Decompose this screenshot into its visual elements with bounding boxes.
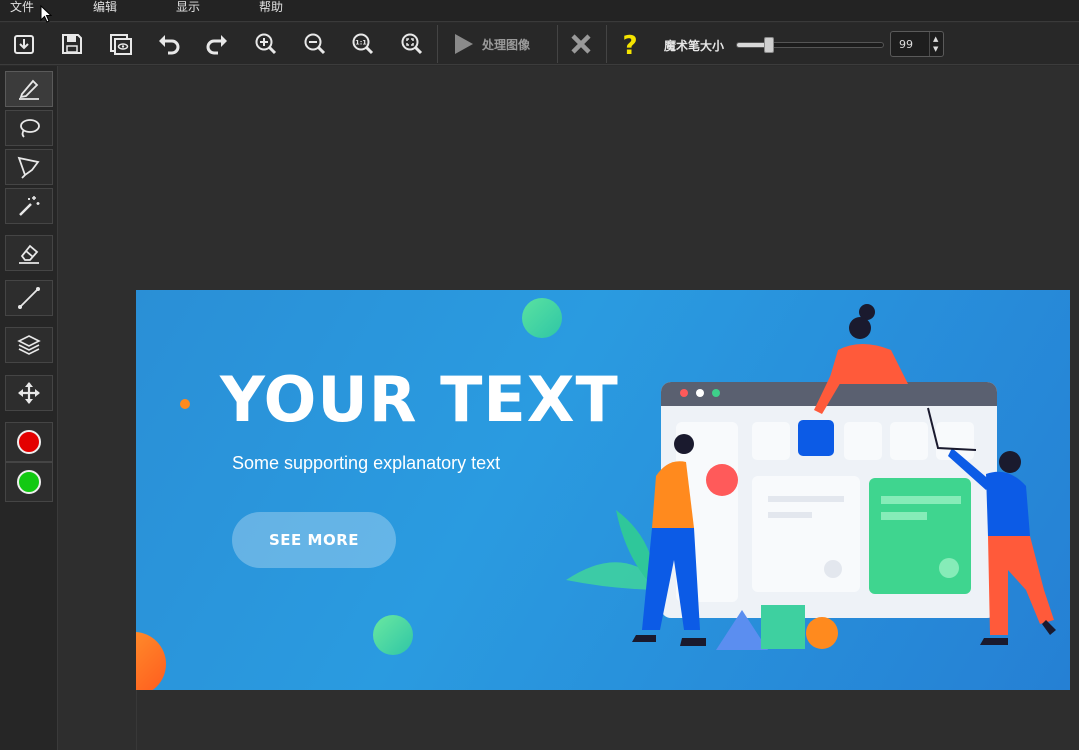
- decorative-circle: [136, 632, 166, 690]
- mouse-cursor-icon: [40, 5, 52, 23]
- background-color-swatch[interactable]: [5, 462, 53, 502]
- redo-button[interactable]: [200, 27, 234, 61]
- redo-icon: [206, 35, 227, 55]
- image-canvas[interactable]: YOUR TEXT Some supporting explanatory te…: [136, 290, 1070, 690]
- menu-view[interactable]: 显示: [176, 0, 200, 14]
- magic-wand-icon: [19, 196, 40, 216]
- move-icon: [18, 382, 40, 404]
- process-image-label: 处理图像: [482, 37, 531, 52]
- menu-file[interactable]: 文件: [10, 0, 34, 14]
- cancel-button[interactable]: [564, 27, 598, 61]
- zoom-out-icon: [304, 33, 326, 55]
- zoom-out-button[interactable]: [298, 27, 332, 61]
- svg-text:1:1: 1:1: [355, 39, 367, 47]
- play-icon: [455, 34, 473, 54]
- brush-size-label: 魔术笔大小: [664, 39, 725, 53]
- zoom-actual-icon: 1:1: [352, 33, 374, 55]
- tool-panel: [0, 66, 58, 750]
- canvas-guide: [136, 690, 137, 750]
- help-button[interactable]: ?: [613, 27, 647, 61]
- process-image-button[interactable]: 处理图像: [446, 27, 554, 61]
- save-button[interactable]: [55, 27, 89, 61]
- brush-size-value[interactable]: 99: [899, 38, 913, 51]
- toolbar-separator: [606, 25, 607, 63]
- lasso-tool[interactable]: [5, 110, 53, 146]
- zoom-in-button[interactable]: [249, 27, 283, 61]
- spin-arrows: ▲ ▼: [929, 32, 943, 56]
- spin-down-icon[interactable]: ▼: [933, 45, 938, 53]
- toolbar-separator: [437, 25, 438, 63]
- move-tool[interactable]: [5, 375, 53, 411]
- pen-icon: [19, 79, 39, 100]
- zoom-fit-button[interactable]: [395, 27, 429, 61]
- decorative-dot: [180, 399, 190, 409]
- zoom-fit-icon: [401, 33, 423, 55]
- magic-wand-tool[interactable]: [5, 188, 53, 224]
- slider-handle[interactable]: [764, 37, 775, 53]
- zoom-actual-button[interactable]: 1:1: [346, 27, 380, 61]
- see-more-button[interactable]: SEE MORE: [232, 512, 396, 568]
- toolbar-separator: [557, 25, 558, 63]
- import-icon: [14, 35, 34, 54]
- close-icon: [571, 34, 591, 54]
- team-illustration: [566, 304, 1056, 650]
- undo-icon: [159, 35, 180, 55]
- spin-up-icon[interactable]: ▲: [933, 35, 938, 43]
- layers-icon: [17, 335, 41, 355]
- brush-size-slider[interactable]: [736, 37, 884, 53]
- svg-text:?: ?: [622, 31, 637, 57]
- brush-size-spinbox[interactable]: 99 ▲ ▼: [890, 31, 944, 57]
- green-color-icon: [17, 470, 41, 494]
- undo-button[interactable]: [152, 27, 186, 61]
- menu-bar: 文件 编辑 显示 帮助: [0, 0, 1079, 23]
- line-tool[interactable]: [5, 280, 53, 316]
- save-icon: [62, 34, 82, 54]
- pen-tool[interactable]: [5, 71, 53, 107]
- preview-icon: [110, 34, 132, 55]
- banner-subtitle: Some supporting explanatory text: [232, 453, 501, 473]
- preview-button[interactable]: [104, 27, 138, 61]
- polygon-lasso-icon: [17, 156, 40, 179]
- polygon-lasso-tool[interactable]: [5, 149, 53, 185]
- line-icon: [18, 287, 40, 309]
- menu-help[interactable]: 帮助: [259, 0, 283, 14]
- eraser-icon: [19, 244, 39, 264]
- lasso-icon: [20, 119, 40, 138]
- layers-tool[interactable]: [5, 327, 53, 363]
- menu-edit[interactable]: 编辑: [93, 0, 117, 14]
- red-color-icon: [17, 430, 41, 454]
- import-button[interactable]: [7, 27, 41, 61]
- help-icon: ?: [622, 31, 637, 57]
- foreground-color-swatch[interactable]: [5, 422, 53, 462]
- decorative-circle: [373, 615, 413, 655]
- zoom-in-icon: [255, 33, 277, 55]
- toolbar: 1:1 处理图像 ? 魔术笔大小 99 ▲ ▼: [0, 23, 1079, 65]
- eraser-tool[interactable]: [5, 235, 53, 271]
